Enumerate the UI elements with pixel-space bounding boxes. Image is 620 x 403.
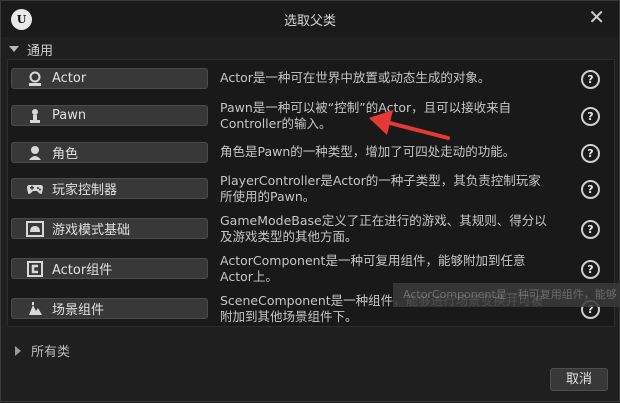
- class-label: 场景组件: [52, 303, 105, 318]
- class-button-actor-component[interactable]: Actor组件: [11, 258, 208, 279]
- help-icon[interactable]: ?: [581, 107, 600, 126]
- class-button-game-mode-base[interactable]: 游戏模式基础: [11, 218, 208, 239]
- game-mode-icon: [26, 220, 44, 237]
- gamepad-icon: [26, 181, 44, 197]
- scene-component-icon: [26, 301, 44, 317]
- choose-parent-class-dialog: U 选取父类 ✕ 通用 Actor Actor是一种可在世界中放置或动态生成的对…: [0, 0, 620, 402]
- help-icon[interactable]: ?: [581, 180, 600, 199]
- class-button-scene-component[interactable]: 场景组件: [11, 298, 208, 319]
- class-label: 角色: [52, 147, 79, 162]
- class-label: Pawn: [52, 108, 87, 123]
- help-icon[interactable]: ?: [581, 220, 600, 239]
- character-icon: [26, 145, 44, 161]
- all-classes-label: 所有类: [31, 345, 71, 360]
- class-description: Actor是一种可在世界中放置或动态生成的对象。: [220, 70, 491, 85]
- title-bar: U 选取父类 ✕: [1, 1, 619, 37]
- expand-arrow-icon: [15, 345, 21, 356]
- pawn-icon: [26, 108, 44, 124]
- tooltip-ghost: ActorComponent是一种可复用组件，能够: [393, 283, 620, 307]
- class-label: Actor: [52, 71, 87, 86]
- actor-icon: [26, 71, 44, 87]
- class-description: 角色是Pawn的一种类型，增加了可四处走动的功能。: [220, 144, 516, 159]
- class-description: PlayerController是Actor的一种子类型，其负责控制玩家所使用的…: [220, 173, 541, 204]
- section-common-label: 通用: [27, 43, 54, 59]
- dialog-title: 选取父类: [283, 14, 336, 29]
- cancel-button[interactable]: 取消: [550, 368, 608, 391]
- help-icon[interactable]: ?: [581, 260, 600, 279]
- section-common-header[interactable]: 通用: [9, 39, 53, 59]
- class-description: Pawn是一种可以被“控制”的Actor，且可以接收来自Controller的输…: [220, 100, 512, 131]
- collapse-arrow-icon: [9, 46, 19, 52]
- close-icon[interactable]: ✕: [588, 5, 605, 29]
- class-description: GameModeBase定义了正在进行的游戏、其规则、得分以及游戏类型的其他方面…: [220, 213, 547, 244]
- class-button-pawn[interactable]: Pawn: [11, 105, 208, 126]
- class-label: 玩家控制器: [52, 183, 118, 198]
- class-button-actor[interactable]: Actor: [11, 68, 208, 89]
- class-description: ActorComponent是一种可复用组件，能够附加到任意Actor上。: [220, 253, 526, 284]
- class-button-player-controller[interactable]: 玩家控制器: [11, 178, 208, 199]
- class-label: Actor组件: [52, 263, 113, 278]
- actor-component-icon: [26, 260, 44, 277]
- all-classes-section-header[interactable]: 所有类: [15, 341, 70, 360]
- help-icon[interactable]: ?: [581, 70, 600, 89]
- class-button-character[interactable]: 角色: [11, 142, 208, 163]
- help-icon[interactable]: ?: [581, 144, 600, 163]
- class-label: 游戏模式基础: [52, 223, 131, 238]
